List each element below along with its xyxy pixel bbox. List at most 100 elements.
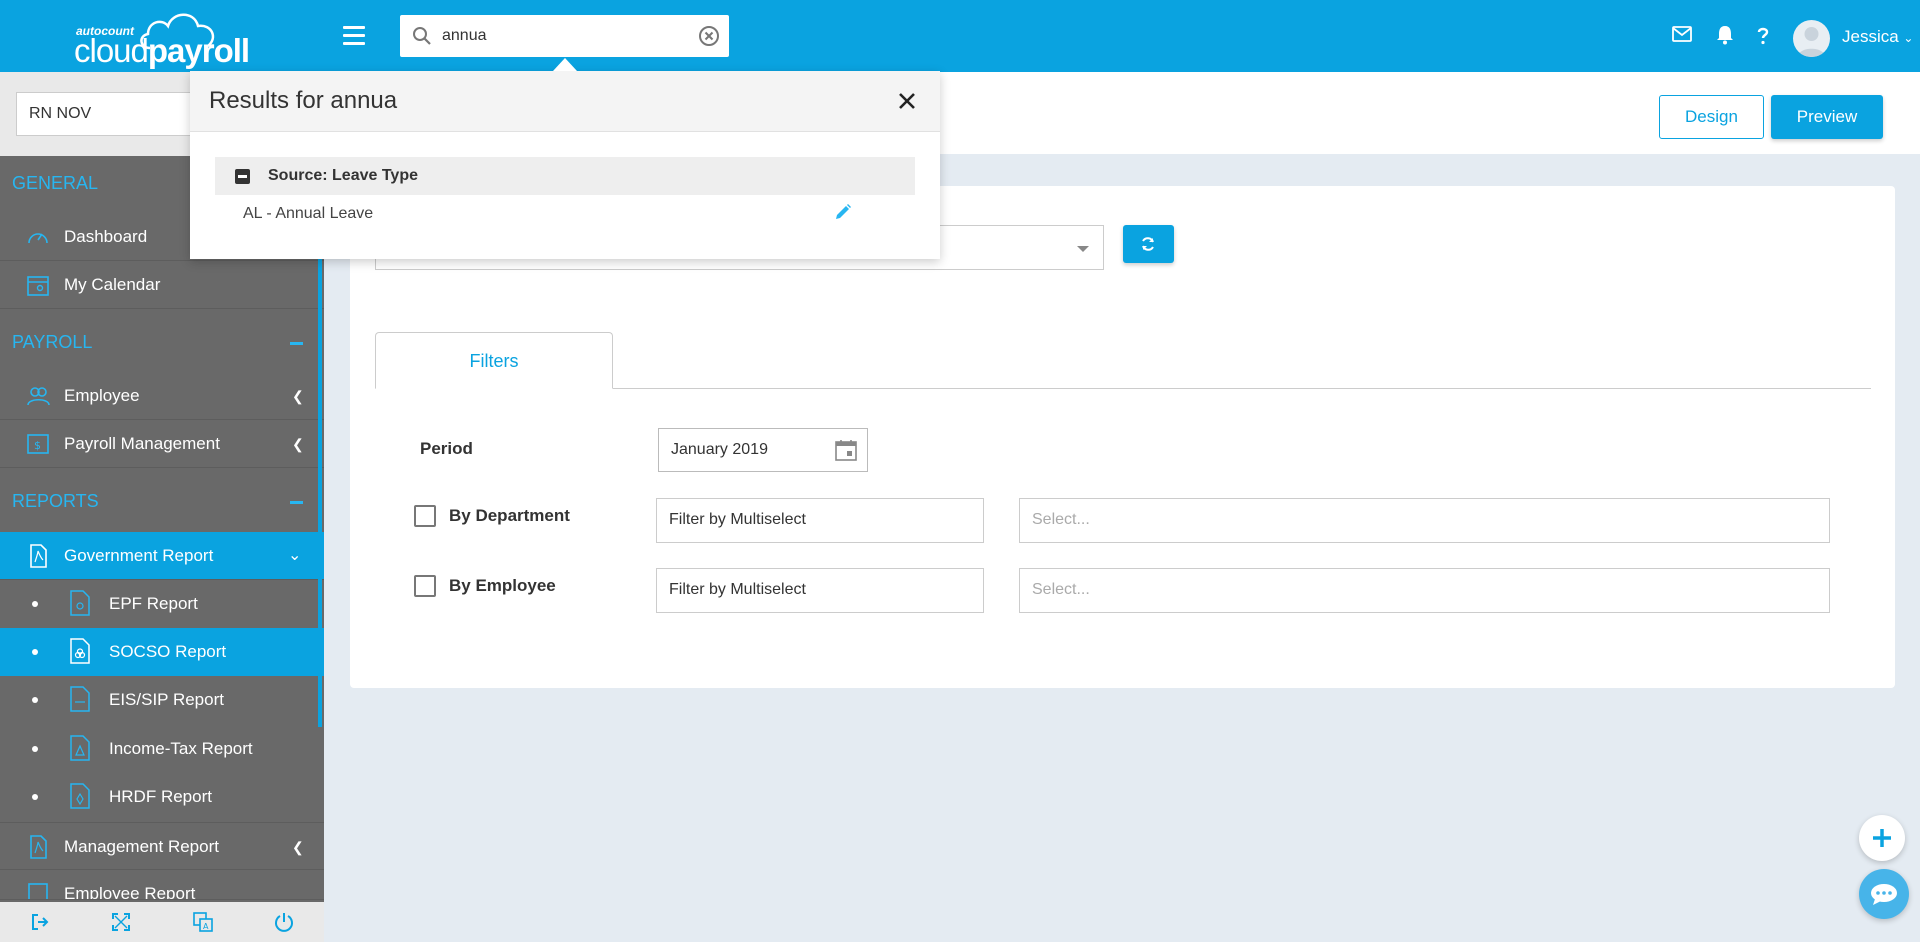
sidebar-footer: A (0, 902, 324, 942)
sidebar-item-payroll-management[interactable]: $ Payroll Management ❮ (0, 420, 324, 468)
chevron-left-icon: ❮ (292, 436, 304, 452)
search-results-title: Results for annua (209, 87, 398, 114)
epf-file-icon (70, 590, 90, 616)
logout-icon[interactable] (30, 912, 50, 932)
bell-icon[interactable] (1716, 25, 1734, 45)
chevron-down-icon: ⌄ (1903, 31, 1914, 45)
pdf-file-icon (30, 835, 47, 859)
sidebar-item-label: Employee (64, 386, 140, 405)
chevron-left-icon: ❮ (292, 839, 304, 855)
global-search (400, 15, 729, 57)
dashboard-icon (28, 233, 48, 244)
search-results-panel: Results for annua Source: Leave Type AL … (190, 71, 940, 259)
sidebar-subitem-income-tax-report[interactable]: Income-Tax Report (0, 725, 324, 773)
eis-file-icon (70, 686, 90, 712)
svg-text:A: A (203, 922, 209, 931)
by-employee-checkbox[interactable] (414, 575, 436, 597)
language-icon[interactable]: A (193, 912, 213, 932)
svg-text:$: $ (34, 439, 41, 452)
add-fab-button[interactable] (1859, 815, 1905, 861)
sidebar-item-label: Payroll Management (64, 434, 220, 453)
top-bar: autocount cloudpayroll Jessica ⌄ (0, 0, 1920, 72)
bullet (32, 649, 38, 655)
mail-icon[interactable] (1672, 26, 1692, 42)
income-tax-file-icon (70, 735, 90, 761)
bullet (32, 746, 38, 752)
result-group-header: Source: Leave Type (215, 157, 915, 195)
search-results-header: Results for annua (190, 71, 940, 132)
sidebar-item-management-report[interactable]: Management Report ❮ (0, 822, 324, 870)
period-value: January 2019 (671, 441, 768, 458)
refresh-button[interactable] (1123, 225, 1174, 263)
dropdown-caret-icon (1077, 246, 1089, 252)
sidebar-item-label: Income-Tax Report (109, 739, 253, 758)
section-general: GENERAL (12, 173, 99, 193)
power-icon[interactable] (274, 912, 294, 932)
sidebar-item-my-calendar[interactable]: My Calendar (0, 261, 324, 309)
menu-toggle-icon[interactable] (343, 26, 365, 46)
search-icon (413, 27, 431, 45)
search-result-item[interactable]: AL - Annual Leave (243, 205, 373, 223)
preview-button[interactable]: Preview (1771, 95, 1883, 139)
chevron-down-icon: ⌄ (288, 547, 302, 564)
sidebar-item-label: Management Report (64, 837, 219, 856)
collapse-reports-icon[interactable] (290, 501, 303, 504)
sidebar-item-government-report[interactable]: Government Report ⌄ (0, 532, 324, 580)
sidebar-item-label: EPF Report (109, 594, 198, 613)
chat-icon (1871, 884, 1897, 905)
sidebar-subitem-eis-sip-report[interactable]: EIS/SIP Report (0, 676, 324, 724)
bullet (32, 697, 38, 703)
design-button[interactable]: Design (1659, 95, 1764, 139)
fullscreen-icon[interactable] (111, 912, 131, 932)
sidebar-subitem-hrdf-report[interactable]: HRDF Report (0, 773, 324, 821)
avatar[interactable] (1793, 20, 1830, 57)
sidebar-item-label: My Calendar (64, 275, 161, 294)
by-department-label: By Department (449, 506, 570, 525)
tab-filters[interactable]: Filters (375, 332, 613, 389)
employee-select[interactable]: Select... (1019, 568, 1830, 613)
socso-file-icon (70, 638, 90, 664)
payroll-management-icon: $ (27, 434, 49, 454)
sidebar-item-label: Government Report (64, 546, 214, 565)
hrdf-file-icon (70, 783, 90, 809)
department-select[interactable]: Select... (1019, 498, 1830, 543)
sidebar-subitem-socso-report[interactable]: SOCSO Report (0, 628, 324, 676)
clear-search-icon[interactable] (699, 26, 719, 46)
collapse-group-icon[interactable] (235, 169, 250, 184)
department-filter-mode[interactable]: Filter by Multiselect (656, 498, 984, 543)
employee-report-icon (28, 883, 48, 899)
section-reports: REPORTS (12, 491, 99, 511)
sidebar-item-label: SOCSO Report (109, 642, 227, 661)
by-employee-label: By Employee (449, 576, 556, 595)
user-name: Jessica (1842, 27, 1899, 46)
period-date-picker[interactable]: January 2019 (658, 428, 868, 472)
plus-icon (1873, 829, 1891, 847)
bullet (32, 794, 38, 800)
employee-filter-mode[interactable]: Filter by Multiselect (656, 568, 984, 613)
edit-pencil-icon[interactable] (834, 203, 852, 221)
employee-icon (27, 387, 50, 406)
sidebar-subitem-epf-report[interactable]: EPF Report (0, 580, 324, 628)
close-icon[interactable] (895, 89, 919, 113)
sidebar-item-label: Dashboard (64, 227, 148, 246)
bullet (32, 601, 38, 607)
sidebar-item-employee-report[interactable]: Employee Report (0, 870, 324, 900)
chat-fab-button[interactable] (1859, 869, 1909, 919)
user-menu[interactable]: Jessica ⌄ (1842, 27, 1913, 47)
refresh-icon (1142, 237, 1154, 251)
result-group-label: Source: Leave Type (268, 167, 418, 184)
collapse-payroll-icon[interactable] (290, 342, 303, 345)
sidebar-scrollbar[interactable] (318, 182, 322, 727)
sidebar-item-employee[interactable]: Employee ❮ (0, 372, 324, 420)
search-input[interactable] (442, 23, 682, 49)
calendar-icon (27, 276, 49, 296)
app-logo[interactable]: autocount cloudpayroll (74, 8, 254, 69)
sidebar-item-label: EIS/SIP Report (109, 690, 224, 709)
calendar-icon[interactable] (835, 439, 857, 461)
brand-name: cloudpayroll (74, 32, 250, 69)
sidebar-item-label: HRDF Report (109, 787, 212, 806)
company-selector[interactable]: RN NOV (16, 92, 196, 136)
by-department-checkbox[interactable] (414, 505, 436, 527)
help-icon[interactable] (1757, 27, 1769, 45)
sidebar-item-label: Employee Report (64, 884, 196, 900)
